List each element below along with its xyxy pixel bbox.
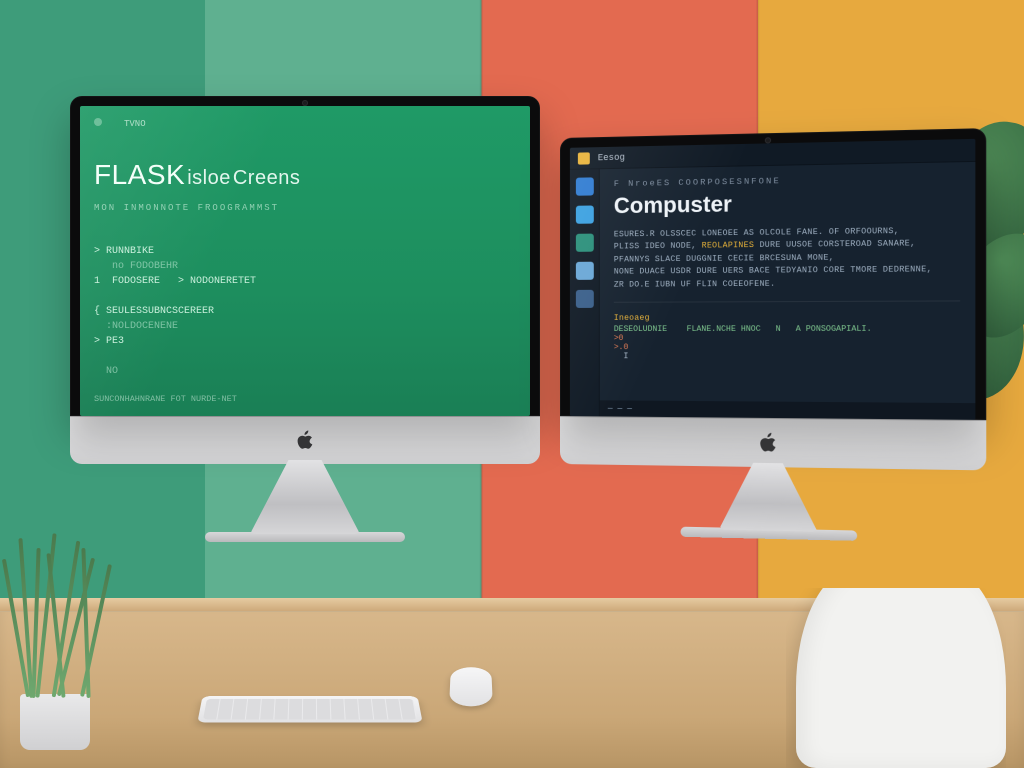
divider xyxy=(614,300,960,302)
code-line: no FODOBEHR xyxy=(94,261,178,272)
terminal-menubar-label: TVNO xyxy=(124,118,146,132)
right-monitor-bezel: Eesog F NroeES COORPOSESNFONE Compuster … xyxy=(560,128,986,420)
text: PLISS IDEO NODE, xyxy=(614,242,702,252)
right-monitor: Eesog F NroeES COORPOSESNFONE Compuster … xyxy=(560,128,986,544)
code-line: 1 FODOSERE > NODONERETET xyxy=(94,276,256,287)
terminal-footer-left: SUNCONHAHNRANE FOT NURDE-NET xyxy=(94,393,237,406)
terminal-code: > RUNNBIKE no FODOBEHR 1 FODOSERE > NODO… xyxy=(94,229,516,394)
plant-pot xyxy=(20,694,90,750)
monitor-stand xyxy=(250,460,360,534)
ide-activity-bar xyxy=(570,169,600,416)
window-dot-icon xyxy=(94,118,102,126)
monitor-stand xyxy=(719,462,818,531)
code-line: >0 xyxy=(614,334,960,343)
activity-icon[interactable] xyxy=(575,234,593,252)
code-line: NO xyxy=(94,366,118,377)
terminal-title-mid: isloe xyxy=(187,167,231,189)
activity-icon[interactable] xyxy=(575,177,593,195)
left-monitor-bezel: TVNO FLASKisloeCreens MON INMONNOTE FROO… xyxy=(70,96,540,416)
ide-paragraph: ZR DO.E IUBN UF FLIN COEEOFENE. xyxy=(614,277,960,292)
code-line: I xyxy=(614,352,960,362)
terminal-lower-code: > NECOPARN HENI TNIPE P > MODOPEMORNBRET… xyxy=(94,412,516,416)
code-line: DESEOLUDNIE FLANE.NCHE HNOC N A PONSOGAP… xyxy=(614,325,960,334)
activity-icon[interactable] xyxy=(575,290,593,308)
chair xyxy=(786,588,1006,768)
terminal-title-main: FLASK xyxy=(94,159,185,190)
keyboard xyxy=(197,696,422,722)
mouse xyxy=(449,667,493,706)
chair-back xyxy=(796,588,1006,768)
plant-leaves xyxy=(2,538,112,698)
terminal-title-tail: Creens xyxy=(233,167,300,189)
terminal-meta-line: MON INMONNOTE FROOGRAMMST xyxy=(94,202,516,216)
left-monitor-chin xyxy=(70,416,540,464)
keyword-text: REOLAPINES xyxy=(702,241,755,251)
code-line: > RUNNBIKE xyxy=(94,246,154,257)
apple-logo-icon xyxy=(758,431,779,456)
terminal-footer: SUNCONHAHNRANE FOT NURDE-NET xyxy=(94,393,516,406)
text: DURE UUSOE CORSTEROAD SANARE, xyxy=(754,240,915,251)
ide-heading: Compuster xyxy=(614,187,960,219)
activity-icon[interactable] xyxy=(575,205,593,223)
ide-paragraph: NONE DUACE USDR DURE UERS BACE TEDYANIO … xyxy=(614,264,960,279)
left-monitor: TVNO FLASKisloeCreens MON INMONNOTE FROO… xyxy=(70,96,540,542)
code-line: { SEULESSUBNCSCEREER xyxy=(94,306,214,317)
apple-logo-icon xyxy=(295,429,315,453)
plant-left xyxy=(2,540,112,750)
terminal-title: FLASKisloeCreens xyxy=(94,154,516,196)
code-line: :NOLDOCENENE xyxy=(94,321,178,332)
terminal-app: TVNO FLASKisloeCreens MON INMONNOTE FROO… xyxy=(80,106,530,416)
ide-tab-label[interactable]: Eesog xyxy=(598,152,625,163)
ide-breadcrumb: F NroeES COORPOSESNFONE xyxy=(614,173,960,189)
right-screen: Eesog F NroeES COORPOSESNFONE Compuster … xyxy=(570,139,975,420)
code-line: > PE3 xyxy=(94,336,124,347)
right-monitor-chin xyxy=(560,416,986,470)
ide-app: Eesog F NroeES COORPOSESNFONE Compuster … xyxy=(570,139,975,420)
terminal-menubar: TVNO xyxy=(94,118,516,132)
left-screen: TVNO FLASKisloeCreens MON INMONNOTE FROO… xyxy=(80,106,530,416)
ide-editor: F NroeES COORPOSESNFONE Compuster ESURES… xyxy=(600,162,976,420)
file-icon xyxy=(578,152,590,164)
ide-section-label: Ineoaeg xyxy=(614,312,960,325)
activity-icon[interactable] xyxy=(575,262,593,280)
